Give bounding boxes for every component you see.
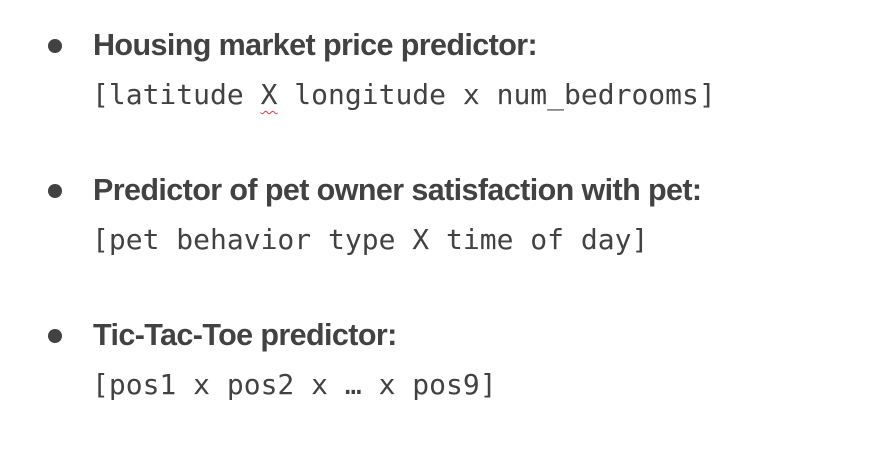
feature-cross-open: [latitude [92, 78, 261, 111]
feature-cross-operator: X [260, 78, 278, 111]
item-title: Predictor of pet owner satisfaction with… [93, 173, 702, 207]
feature-cross-code: [pet behavior type X time of day] [92, 223, 649, 256]
bullet-icon [48, 329, 62, 343]
bullet-icon [48, 184, 62, 198]
item-title: Housing market price predictor: [93, 28, 538, 62]
bullet-icon [48, 39, 62, 53]
feature-cross-rest: longitude x num_bedrooms] [277, 78, 716, 111]
item-title: Tic-Tac-Toe predictor: [93, 318, 397, 352]
bullet-list: Housing market price predictor: [latitud… [0, 0, 870, 452]
feature-cross-code: [pos1 x pos2 x … x pos9] [92, 368, 497, 401]
feature-cross-code: [latitude X longitude x num_bedrooms] [92, 72, 716, 118]
